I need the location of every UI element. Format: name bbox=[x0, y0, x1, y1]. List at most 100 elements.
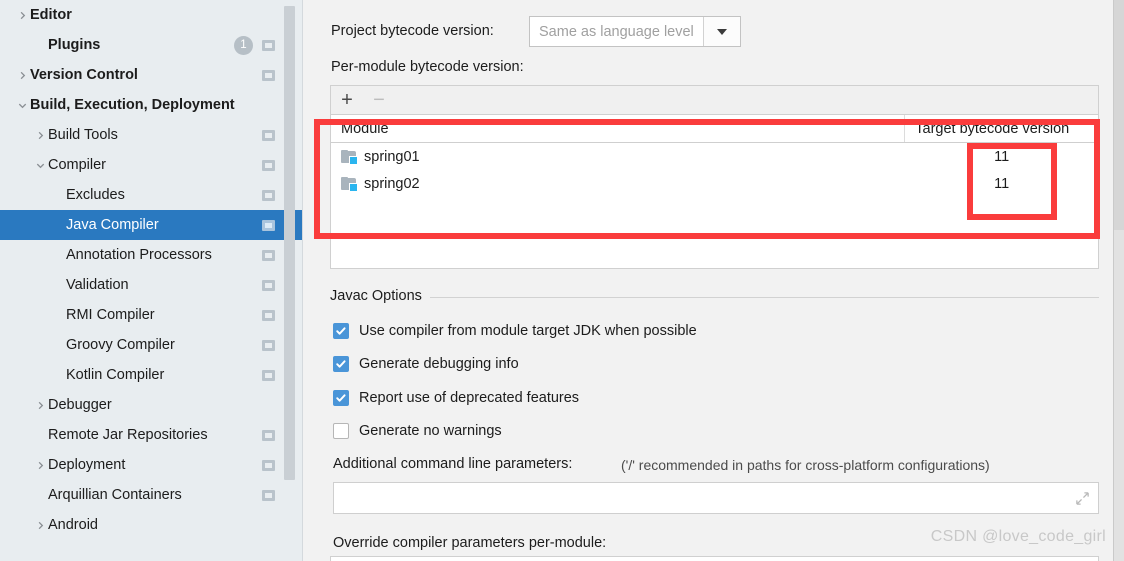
sidebar-scrollbar-track[interactable] bbox=[288, 0, 299, 561]
settings-window-icon[interactable] bbox=[262, 370, 275, 381]
settings-window-icon[interactable] bbox=[262, 130, 275, 141]
sidebar-item-build-execution-deployment[interactable]: Build, Execution, Deployment bbox=[0, 90, 303, 120]
sidebar-item-build-tools[interactable]: Build Tools bbox=[0, 120, 303, 150]
table-cell-target-bytecode-version[interactable]: 11 bbox=[905, 149, 1098, 165]
column-header-module[interactable]: Module bbox=[331, 115, 905, 142]
table-cell-target-bytecode-version[interactable]: 11 bbox=[905, 176, 1098, 192]
sidebar-item-label: RMI Compiler bbox=[66, 307, 155, 323]
settings-window-icon[interactable] bbox=[262, 220, 275, 231]
settings-window-icon[interactable] bbox=[262, 490, 275, 501]
settings-window-icon[interactable] bbox=[262, 280, 275, 291]
override-parameters-table[interactable] bbox=[330, 556, 1099, 561]
project-bytecode-version-combobox[interactable]: Same as language level bbox=[529, 16, 741, 47]
settings-sidebar: Editor Plugins1 Version Control Build, Exec… bbox=[0, 0, 303, 561]
sidebar-item-label: Editor bbox=[30, 7, 72, 23]
sidebar-item-deployment[interactable]: Deployment bbox=[0, 450, 303, 480]
add-module-button[interactable]: + bbox=[331, 87, 363, 114]
sidebar-item-validation[interactable]: Validation bbox=[0, 270, 303, 300]
sidebar-item-kotlin-compiler[interactable]: Kotlin Compiler bbox=[0, 360, 303, 390]
checkbox-checked-icon[interactable] bbox=[333, 323, 349, 339]
sidebar-item-label: Android bbox=[48, 517, 98, 533]
chevron-down-icon[interactable] bbox=[14, 97, 30, 113]
javac-options-group-label: Javac Options bbox=[330, 288, 430, 304]
settings-window-icon[interactable] bbox=[262, 430, 275, 441]
checkbox-label: Use compiler from module target JDK when… bbox=[359, 323, 697, 339]
chevron-right-icon[interactable] bbox=[32, 127, 48, 143]
sidebar-item-label: Java Compiler bbox=[66, 217, 159, 233]
sidebar-item-excludes[interactable]: Excludes bbox=[0, 180, 303, 210]
settings-window-icon[interactable] bbox=[262, 250, 275, 261]
additional-command-line-parameters-input[interactable] bbox=[333, 482, 1099, 514]
watermark-text: CSDN @love_code_girl bbox=[931, 528, 1106, 546]
settings-window-icon[interactable] bbox=[262, 310, 275, 321]
panel-scrollbar-track[interactable] bbox=[1113, 0, 1124, 561]
settings-dialog: Editor Plugins1 Version Control Build, Exec… bbox=[0, 0, 1124, 561]
settings-window-icon[interactable] bbox=[262, 70, 275, 81]
table-row[interactable]: spring01 11 bbox=[331, 143, 1098, 170]
sidebar-item-version-control[interactable]: Version Control bbox=[0, 60, 303, 90]
table-body: spring01 11 spring02 11 bbox=[331, 143, 1098, 197]
checkbox-label: Generate no warnings bbox=[359, 423, 502, 439]
column-header-target-bytecode-version[interactable]: Target bytecode version bbox=[905, 115, 1098, 142]
chevron-right-icon[interactable] bbox=[32, 397, 48, 413]
sidebar-item-editor[interactable]: Editor bbox=[0, 0, 303, 30]
checkbox-row[interactable]: Report use of deprecated features bbox=[333, 390, 579, 406]
per-module-table-toolbar: + − bbox=[330, 85, 1099, 114]
module-folder-icon bbox=[341, 177, 357, 191]
chevron-right-icon[interactable] bbox=[32, 457, 48, 473]
sidebar-item-label: Validation bbox=[66, 277, 129, 293]
module-name: spring01 bbox=[364, 149, 420, 165]
per-module-bytecode-table[interactable]: Module Target bytecode version spring01 1… bbox=[330, 114, 1099, 269]
checkbox-checked-icon[interactable] bbox=[333, 356, 349, 372]
sidebar-item-label: Annotation Processors bbox=[66, 247, 212, 263]
expand-icon[interactable] bbox=[1075, 491, 1090, 506]
settings-tree: Editor Plugins1 Version Control Build, Exec… bbox=[0, 0, 303, 540]
checkbox-checked-icon[interactable] bbox=[333, 390, 349, 406]
sidebar-item-label: Excludes bbox=[66, 187, 125, 203]
javac-options-separator bbox=[413, 297, 1099, 298]
checkbox-row[interactable]: Use compiler from module target JDK when… bbox=[333, 323, 697, 339]
sidebar-item-plugins[interactable]: Plugins1 bbox=[0, 30, 303, 60]
sidebar-item-remote-jar-repositories[interactable]: Remote Jar Repositories bbox=[0, 420, 303, 450]
table-cell-module[interactable]: spring02 bbox=[331, 176, 905, 192]
sidebar-item-groovy-compiler[interactable]: Groovy Compiler bbox=[0, 330, 303, 360]
checkbox-row[interactable]: Generate no warnings bbox=[333, 423, 502, 439]
sidebar-item-annotation-processors[interactable]: Annotation Processors bbox=[0, 240, 303, 270]
remove-module-button[interactable]: − bbox=[363, 87, 395, 114]
additional-command-line-parameters-hint: ('/' recommended in paths for cross-plat… bbox=[621, 457, 990, 473]
sidebar-item-arquillian-containers[interactable]: Arquillian Containers bbox=[0, 480, 303, 510]
chevron-right-icon[interactable] bbox=[32, 517, 48, 533]
sidebar-item-badge: 1 bbox=[234, 36, 253, 55]
settings-window-icon[interactable] bbox=[262, 40, 275, 51]
per-module-bytecode-version-label: Per-module bytecode version: bbox=[331, 59, 524, 75]
table-row[interactable]: spring02 11 bbox=[331, 170, 1098, 197]
sidebar-item-label: Version Control bbox=[30, 67, 138, 83]
settings-window-icon[interactable] bbox=[262, 190, 275, 201]
settings-window-icon[interactable] bbox=[262, 460, 275, 471]
sidebar-item-label: Groovy Compiler bbox=[66, 337, 175, 353]
chevron-down-icon[interactable] bbox=[703, 17, 740, 46]
sidebar-item-label: Debugger bbox=[48, 397, 112, 413]
settings-window-icon[interactable] bbox=[262, 340, 275, 351]
sidebar-item-label: Remote Jar Repositories bbox=[48, 427, 208, 443]
table-cell-module[interactable]: spring01 bbox=[331, 149, 905, 165]
panel-scrollbar-thumb[interactable] bbox=[1114, 0, 1124, 230]
sidebar-scrollbar-thumb[interactable] bbox=[284, 6, 295, 480]
sidebar-item-compiler[interactable]: Compiler bbox=[0, 150, 303, 180]
module-name: spring02 bbox=[364, 176, 420, 192]
checkbox-row[interactable]: Generate debugging info bbox=[333, 356, 519, 372]
chevron-right-icon[interactable] bbox=[14, 67, 30, 83]
sidebar-item-java-compiler[interactable]: Java Compiler bbox=[0, 210, 303, 240]
settings-window-icon[interactable] bbox=[262, 160, 275, 171]
chevron-down-icon[interactable] bbox=[32, 157, 48, 173]
sidebar-item-rmi-compiler[interactable]: RMI Compiler bbox=[0, 300, 303, 330]
checkbox-label: Report use of deprecated features bbox=[359, 390, 579, 406]
sidebar-item-debugger[interactable]: Debugger bbox=[0, 390, 303, 420]
sidebar-item-android[interactable]: Android bbox=[0, 510, 303, 540]
checkbox-unchecked-icon[interactable] bbox=[333, 423, 349, 439]
chevron-right-icon[interactable] bbox=[14, 7, 30, 23]
checkbox-label: Generate debugging info bbox=[359, 356, 519, 372]
java-compiler-panel: Project bytecode version: Same as langua… bbox=[303, 0, 1124, 561]
sidebar-item-label: Build Tools bbox=[48, 127, 118, 143]
sidebar-item-label: Kotlin Compiler bbox=[66, 367, 164, 383]
